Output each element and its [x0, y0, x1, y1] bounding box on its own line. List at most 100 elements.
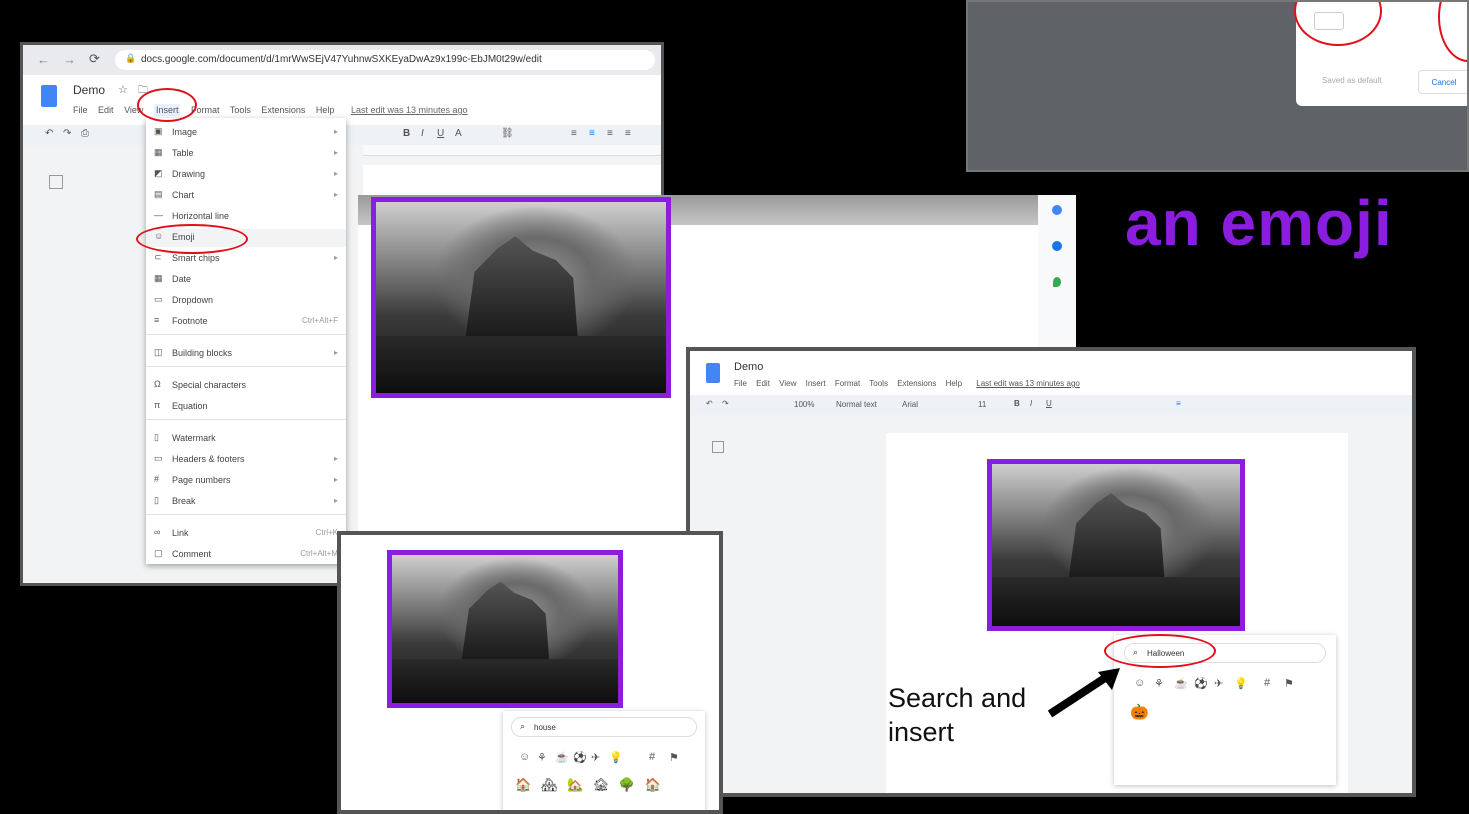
derelict-house-emoji[interactable]: 🏚	[593, 777, 610, 792]
justify-icon[interactable]: ≡	[625, 128, 631, 139]
doc-title[interactable]: Demo	[73, 83, 105, 97]
haunted-house-image-3[interactable]	[387, 550, 623, 708]
objects-category-icon[interactable]: 💡	[1234, 677, 1248, 690]
flags-category-icon-small[interactable]: ⚑	[669, 751, 679, 764]
bold-icon-2[interactable]: B	[1014, 399, 1020, 408]
docs-logo-icon[interactable]	[41, 85, 57, 107]
back-icon[interactable]: ←	[37, 52, 50, 67]
docs-logo-icon-2[interactable]	[706, 363, 720, 383]
menu-item-label: Footnote	[172, 316, 208, 326]
redo-icon[interactable]: ↷	[63, 128, 71, 139]
houses-emoji[interactable]: 🏘	[541, 777, 558, 792]
menu-tools-2[interactable]: Tools	[869, 379, 888, 388]
menu-item-page-numbers[interactable]: # Page numbers ▸	[146, 472, 346, 490]
menu-item-headers-footers[interactable]: ▭ Headers & footers ▸	[146, 451, 346, 469]
font-select[interactable]: Arial	[902, 400, 918, 409]
size-field[interactable]: 11	[978, 400, 986, 409]
submenu-arrow-icon: ▸	[333, 348, 338, 357]
smileys-category-icon-small[interactable]: ☺	[519, 751, 530, 763]
outline-icon[interactable]	[49, 175, 63, 189]
zoom-select[interactable]: 100%	[794, 400, 814, 409]
travel-category-icon-small[interactable]: ✈	[591, 751, 600, 764]
keep-icon[interactable]	[1052, 205, 1062, 215]
menu-item-chart[interactable]: ▤ Chart ▸	[146, 187, 346, 205]
underline-icon-2[interactable]: U	[1046, 399, 1052, 408]
menu-item-special-characters[interactable]: Ω Special characters	[146, 377, 346, 395]
menu-edit-2[interactable]: Edit	[756, 379, 770, 388]
menu-file[interactable]: File	[73, 105, 88, 115]
food-category-icon-small[interactable]: ☕	[555, 751, 569, 764]
menu-help[interactable]: Help	[316, 105, 335, 115]
house-emoji[interactable]: 🏠	[515, 777, 531, 792]
menu-item-horizontal-line[interactable]: — Horizontal line	[146, 208, 346, 226]
menu-item-footnote[interactable]: ≡ Footnote Ctrl+Alt+F	[146, 313, 346, 331]
text-color-icon[interactable]: A	[455, 128, 462, 139]
menu-extensions[interactable]: Extensions	[261, 105, 305, 115]
underline-icon[interactable]: U	[437, 128, 444, 139]
menu-extensions-2[interactable]: Extensions	[897, 379, 936, 388]
italic-icon-2[interactable]: I	[1030, 399, 1032, 408]
menu-divider	[146, 514, 346, 515]
menu-insert-2[interactable]: Insert	[806, 379, 826, 388]
flags-category-icon[interactable]: ⚑	[1284, 677, 1294, 690]
menu-item-dropdown[interactable]: ▭ Dropdown	[146, 292, 346, 310]
smileys-category-icon[interactable]: ☺	[1134, 677, 1145, 689]
objects-category-icon-small[interactable]: 💡	[609, 751, 623, 764]
address-bar[interactable]: 🔒 docs.google.com/document/d/1mrWwSEjV47…	[115, 50, 655, 70]
undo-icon[interactable]: ↶	[45, 128, 53, 139]
tree-emoji[interactable]: 🌳	[619, 777, 635, 792]
print-icon[interactable]: ⎙	[81, 128, 89, 139]
undo-icon-2[interactable]: ↶	[706, 399, 713, 408]
align-center-icon[interactable]: ≡	[589, 128, 595, 139]
star-icon[interactable]: ☆	[118, 83, 128, 96]
people-category-icon-small[interactable]: ⚘	[537, 751, 547, 764]
people-category-icon[interactable]: ⚘	[1154, 677, 1164, 690]
align-left-icon[interactable]: ≡	[571, 128, 577, 139]
last-edit-link[interactable]: Last edit was 13 minutes ago	[351, 105, 468, 115]
symbols-category-icon[interactable]: #	[1264, 677, 1270, 689]
travel-category-icon[interactable]: ✈	[1214, 677, 1223, 690]
menu-bar: File Edit View Insert Format Tools Exten…	[73, 104, 468, 116]
align-center-icon-2[interactable]: ≡	[1176, 399, 1181, 408]
menu-file-2[interactable]: File	[734, 379, 747, 388]
menu-item-building-blocks[interactable]: ◫ Building blocks ▸	[146, 345, 346, 363]
contacts-icon[interactable]	[1052, 241, 1062, 251]
home-emoji[interactable]: 🏠	[645, 777, 661, 792]
menu-item-break[interactable]: ▯ Break ▸	[146, 493, 346, 511]
symbols-category-icon-small[interactable]: #	[649, 751, 655, 763]
doc-title-2[interactable]: Demo	[734, 361, 763, 373]
menu-view-2[interactable]: View	[779, 379, 796, 388]
menu-item-drawing[interactable]: ◩ Drawing ▸	[146, 166, 346, 184]
menu-item-table[interactable]: ▦ Table ▸	[146, 145, 346, 163]
style-select[interactable]: Normal text	[836, 400, 877, 409]
last-edit-link-2[interactable]: Last edit was 13 minutes ago	[976, 379, 1080, 388]
reload-icon[interactable]: ⟳	[89, 51, 100, 67]
haunted-house-image-1[interactable]	[371, 197, 671, 398]
maps-icon[interactable]	[1053, 277, 1061, 287]
forward-icon[interactable]: →	[63, 52, 76, 67]
link-toolbar-icon[interactable]: ⛓	[501, 128, 514, 139]
bold-icon[interactable]: B	[403, 128, 410, 139]
activity-category-icon-small[interactable]: ⚽	[573, 751, 587, 764]
house-garden-emoji[interactable]: 🏡	[567, 777, 583, 792]
haunted-house-image-2[interactable]	[987, 459, 1245, 631]
activity-category-icon[interactable]: ⚽	[1194, 677, 1208, 690]
menu-item-equation[interactable]: π Equation	[146, 398, 346, 416]
outline-icon-2[interactable]	[712, 441, 724, 453]
menu-format-2[interactable]: Format	[835, 379, 860, 388]
menu-item-date[interactable]: ▦ Date	[146, 271, 346, 289]
menu-item-comment[interactable]: ▢ Comment Ctrl+Alt+M	[146, 546, 346, 564]
food-category-icon[interactable]: ☕	[1174, 677, 1188, 690]
cancel-button[interactable]: Cancel	[1418, 70, 1467, 94]
menu-item-image[interactable]: ▣ Image ▸	[146, 124, 346, 142]
align-right-icon[interactable]: ≡	[607, 128, 613, 139]
italic-icon[interactable]: I	[421, 128, 424, 139]
jack-o-lantern-emoji[interactable]: 🎃	[1130, 703, 1149, 721]
menu-edit[interactable]: Edit	[98, 105, 114, 115]
menu-item-link[interactable]: ∞ Link Ctrl+K	[146, 525, 346, 543]
menu-tools[interactable]: Tools	[230, 105, 251, 115]
redo-icon-2[interactable]: ↷	[722, 399, 729, 408]
menu-item-watermark[interactable]: ▯ Watermark	[146, 430, 346, 448]
emoji-search-input-small[interactable]: ⌕ house	[511, 717, 697, 737]
menu-help-2[interactable]: Help	[946, 379, 962, 388]
